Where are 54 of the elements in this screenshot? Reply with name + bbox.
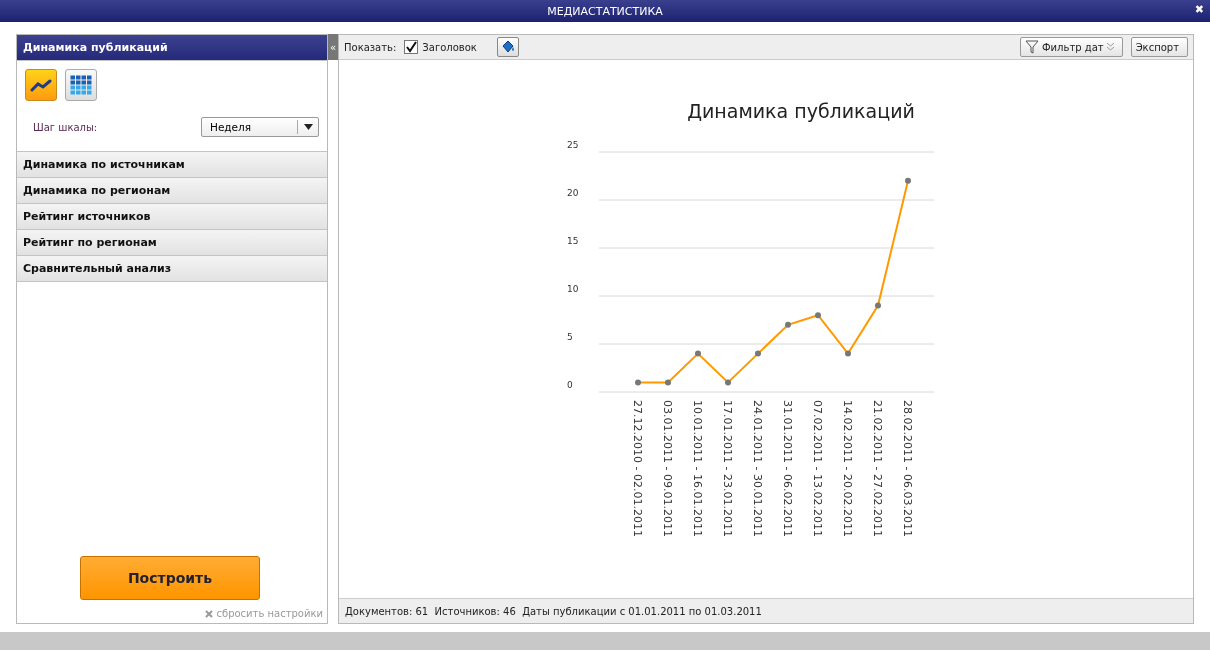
x-axis-label: 28.02.2011 - 06.03.2011: [901, 400, 914, 537]
data-point: [755, 350, 761, 357]
x-axis-label: 21.02.2011 - 27.02.2011: [871, 400, 884, 537]
scale-label: Шаг шкалы:: [33, 121, 98, 133]
accordion-header[interactable]: Рейтинг источников: [17, 204, 327, 230]
table-button[interactable]: [65, 69, 97, 101]
scale-dropdown[interactable]: Неделя: [201, 117, 319, 137]
collapse-handle[interactable]: «: [328, 34, 338, 60]
x-axis-label: 07.02.2011 - 13.02.2011: [811, 400, 824, 537]
title-checkbox[interactable]: Заголовок: [404, 40, 477, 54]
caret-icon: [303, 124, 313, 130]
date-filter-button[interactable]: Фильтр дат: [1020, 37, 1123, 57]
close-button[interactable]: ✖: [1194, 3, 1204, 16]
data-point: [725, 379, 731, 386]
window-title: МЕДИАСТАТИСТИКА: [547, 4, 663, 18]
data-point: [815, 312, 821, 319]
data-point: [635, 379, 641, 386]
accordion-header[interactable]: Динамика по регионам: [17, 178, 327, 204]
y-tick-label: 5: [567, 332, 573, 342]
chart-title: Динамика публикаций: [687, 100, 915, 122]
export-button[interactable]: Экспорт: [1130, 37, 1188, 57]
accordion-header[interactable]: Сравнительный анализ: [17, 256, 327, 282]
paint-bucket-button[interactable]: [496, 37, 519, 57]
double-chevron-icon: [1106, 43, 1114, 51]
y-tick-label: 0: [567, 380, 573, 390]
accordion-header[interactable]: Динамика по источникам: [17, 152, 327, 178]
show-label: Показать:: [344, 41, 397, 53]
y-tick-label: 20: [567, 188, 579, 198]
check-icon: [405, 41, 418, 53]
data-point: [785, 321, 791, 328]
data-point: [665, 379, 671, 386]
x-axis-label: 31.01.2011 - 06.02.2011: [781, 400, 794, 537]
data-point: [905, 177, 911, 184]
grid-icon: [70, 75, 92, 95]
y-tick-label: 10: [567, 284, 579, 294]
line-chart-icon: [30, 78, 52, 92]
accordion-header[interactable]: Динамика публикаций: [17, 35, 327, 61]
x-axis-label: 03.01.2011 - 09.01.2011: [661, 400, 674, 537]
filter-icon: [1025, 40, 1039, 54]
status-text: Документов: 61 Источников: 46 Даты публикации с 01.01.2011 по 01.03.2011: [345, 605, 762, 617]
data-point: [695, 350, 701, 357]
x-axis-label: 14.02.2011 - 20.02.2011: [841, 400, 854, 537]
line-chart-button[interactable]: [25, 69, 57, 101]
x-axis-label: 10.01.2011 - 16.01.2011: [691, 400, 704, 537]
data-point: [875, 302, 881, 309]
x-axis-label: 24.01.2011 - 30.01.2011: [751, 400, 764, 537]
x-axis-label: 27.12.2010 - 02.01.2011: [631, 400, 644, 537]
close-icon: [205, 609, 214, 618]
data-point: [845, 350, 851, 357]
x-axis-label: 17.01.2011 - 23.01.2011: [721, 400, 734, 537]
y-tick-label: 15: [567, 236, 579, 246]
build-button[interactable]: Построить: [80, 556, 260, 600]
accordion-header[interactable]: Рейтинг по регионам: [17, 230, 327, 256]
y-tick-label: 25: [567, 140, 579, 150]
